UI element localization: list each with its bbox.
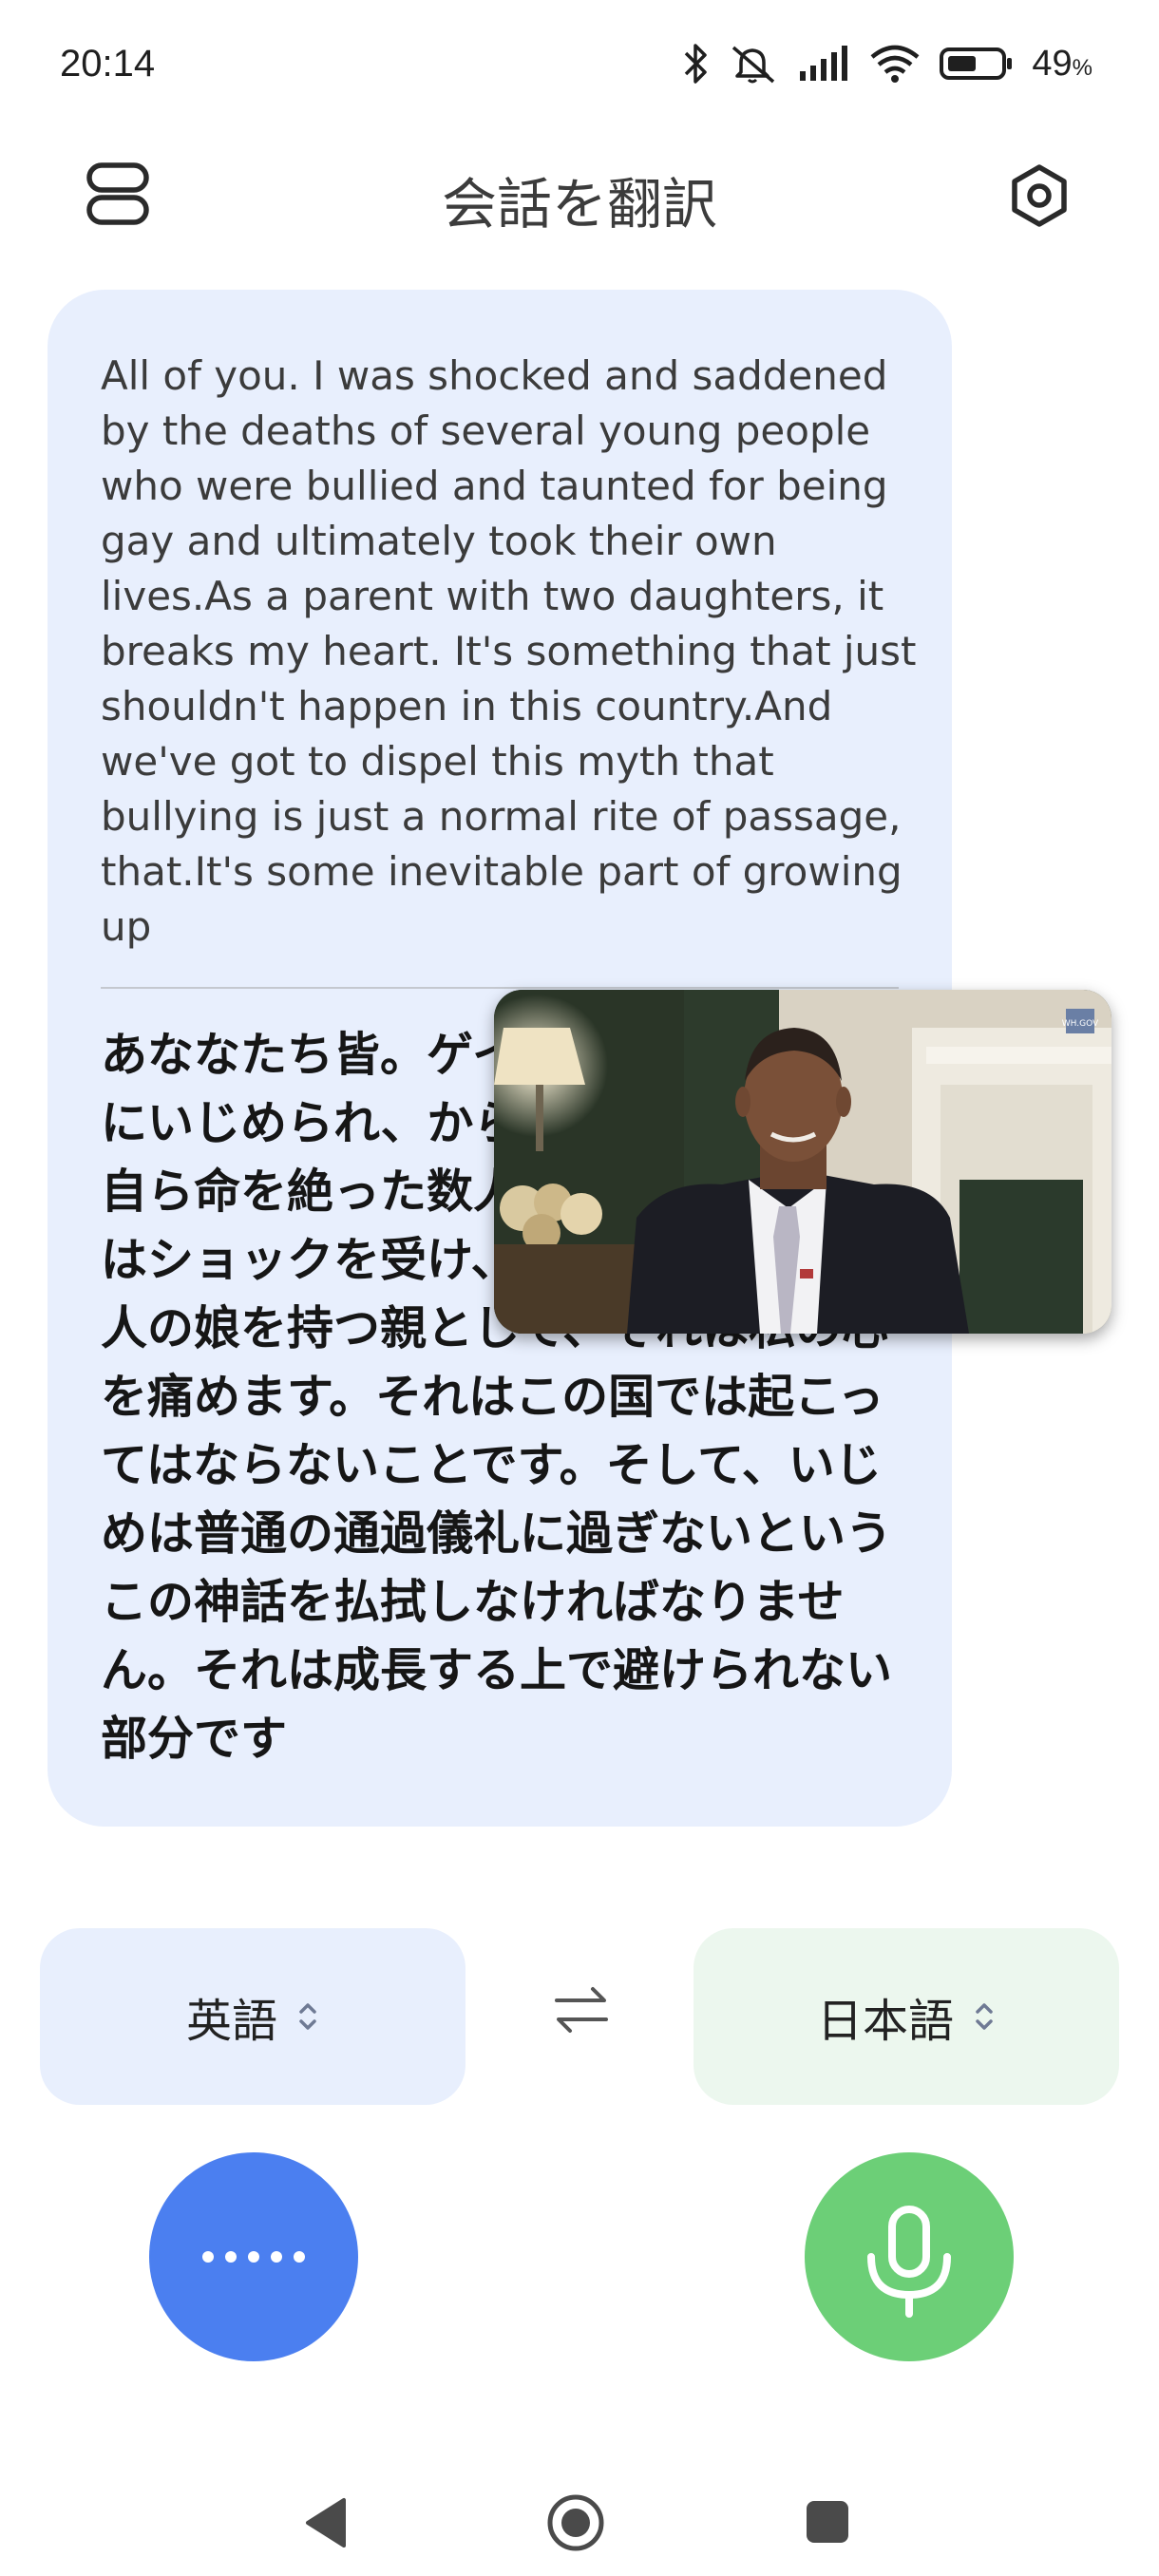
signal-icon: [800, 46, 848, 81]
battery-icon: [940, 47, 1013, 80]
page-title: 会話を翻訳: [441, 172, 717, 237]
target-language-selector[interactable]: 日本語: [694, 1928, 1119, 2105]
listening-dots-icon: [202, 2251, 305, 2263]
home-icon[interactable]: [545, 2492, 606, 2553]
status-icons: 49%: [682, 40, 1092, 87]
listening-button[interactable]: [149, 2152, 358, 2361]
status-time: 20:14: [60, 43, 156, 85]
source-language-label: 英語: [185, 1995, 277, 2048]
navigation-bar: [0, 2460, 1159, 2576]
recents-icon[interactable]: [804, 2498, 851, 2546]
video-overlay[interactable]: WH.GOV: [494, 990, 1112, 1334]
battery-percent: 49%: [1032, 43, 1092, 84]
divider: [101, 987, 899, 989]
bluetooth-icon: [685, 44, 708, 84]
app-bar: 会話を翻訳: [0, 133, 1159, 256]
microphone-button[interactable]: [805, 2152, 1014, 2361]
status-bar: 20:14 49%: [0, 0, 1159, 133]
source-transcript: All of you. I was shocked and saddened b…: [101, 352, 917, 950]
target-language-label: 日本語: [816, 1995, 954, 2048]
back-icon[interactable]: [302, 2494, 350, 2551]
video-watermark: WH.GOV: [1062, 1019, 1099, 1029]
chevron-up-down-icon: [299, 2003, 316, 2030]
microphone-icon: [867, 2206, 951, 2318]
settings-icon[interactable]: [1005, 161, 1074, 230]
source-language-selector[interactable]: 英語: [40, 1928, 466, 2105]
chevron-up-down-icon: [976, 2003, 993, 2030]
swap-languages-icon[interactable]: [551, 1979, 612, 2040]
silent-icon: [732, 46, 775, 84]
wifi-icon: [870, 45, 920, 83]
